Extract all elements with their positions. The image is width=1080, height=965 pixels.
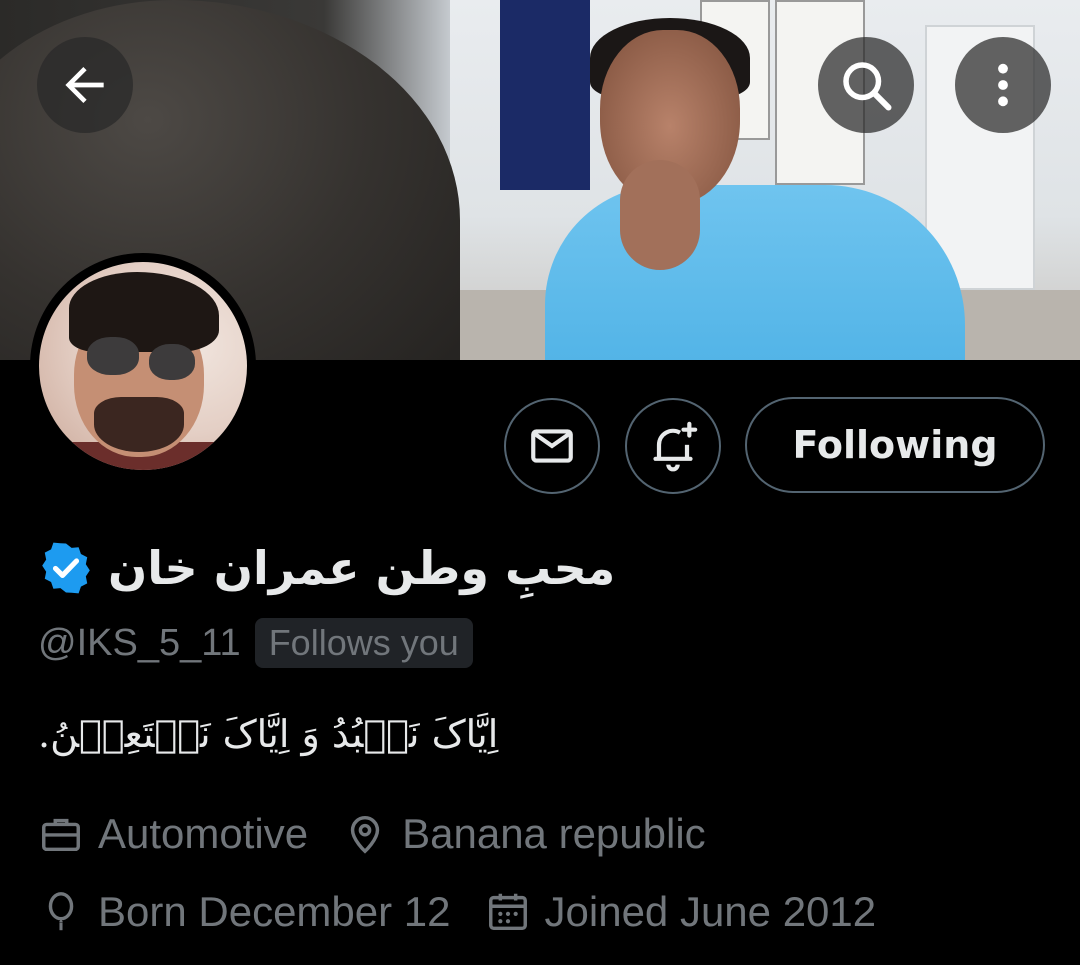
category-label: Automotive bbox=[98, 810, 309, 857]
more-vertical-icon bbox=[998, 63, 1008, 107]
search-icon bbox=[843, 62, 892, 111]
follows-you-badge: Follows you bbox=[254, 618, 473, 668]
banner-person-shirt bbox=[545, 185, 965, 360]
message-button[interactable] bbox=[504, 398, 600, 494]
meta-location: Banana republic bbox=[342, 810, 706, 858]
calendar-icon bbox=[488, 893, 527, 931]
notifications-button[interactable] bbox=[625, 398, 721, 494]
mail-icon bbox=[531, 429, 573, 463]
profile-meta-row: Automotive Banana republic bbox=[38, 810, 740, 858]
username-handle: @IKS_5_11 bbox=[38, 621, 241, 664]
briefcase-icon bbox=[42, 818, 80, 852]
following-label: Following bbox=[792, 423, 998, 467]
meta-category: Automotive bbox=[38, 810, 308, 858]
verified-badge-icon[interactable] bbox=[38, 540, 94, 596]
avatar[interactable] bbox=[30, 253, 256, 479]
bell-plus-icon bbox=[653, 421, 698, 472]
profile-bio: اِیَّاکَ نَعۡبُدُ وَ اِیَّاکَ نَسۡتَعِیۡ… bbox=[38, 712, 499, 756]
following-button[interactable]: Following bbox=[745, 397, 1045, 493]
balloon-icon bbox=[48, 892, 74, 931]
banner-curtain bbox=[500, 0, 590, 190]
location-label: Banana republic bbox=[402, 810, 706, 857]
avatar-sunglasses-left bbox=[87, 337, 139, 375]
birthday-label: Born December 12 bbox=[98, 888, 451, 935]
more-options-button[interactable] bbox=[955, 37, 1051, 133]
meta-joined: Joined June 2012 bbox=[485, 888, 877, 936]
handle-row: @IKS_5_11 Follows you bbox=[38, 618, 473, 668]
location-pin-icon bbox=[350, 815, 380, 854]
profile-meta-row: Born December 12 Joined June 2012 bbox=[38, 888, 910, 936]
back-button[interactable] bbox=[37, 37, 133, 133]
search-button[interactable] bbox=[818, 37, 914, 133]
avatar-hair bbox=[69, 272, 219, 352]
avatar-sunglasses-right bbox=[149, 344, 195, 380]
display-name: محبِ وطن عمران خان bbox=[108, 541, 616, 595]
arrow-left-icon bbox=[65, 67, 104, 103]
meta-birthday: Born December 12 bbox=[38, 888, 451, 936]
avatar-image bbox=[39, 262, 247, 470]
joined-label: Joined June 2012 bbox=[544, 888, 877, 935]
avatar-beard bbox=[94, 397, 184, 452]
banner-person-hand bbox=[620, 160, 700, 270]
display-name-row: محبِ وطن عمران خان bbox=[38, 533, 615, 603]
